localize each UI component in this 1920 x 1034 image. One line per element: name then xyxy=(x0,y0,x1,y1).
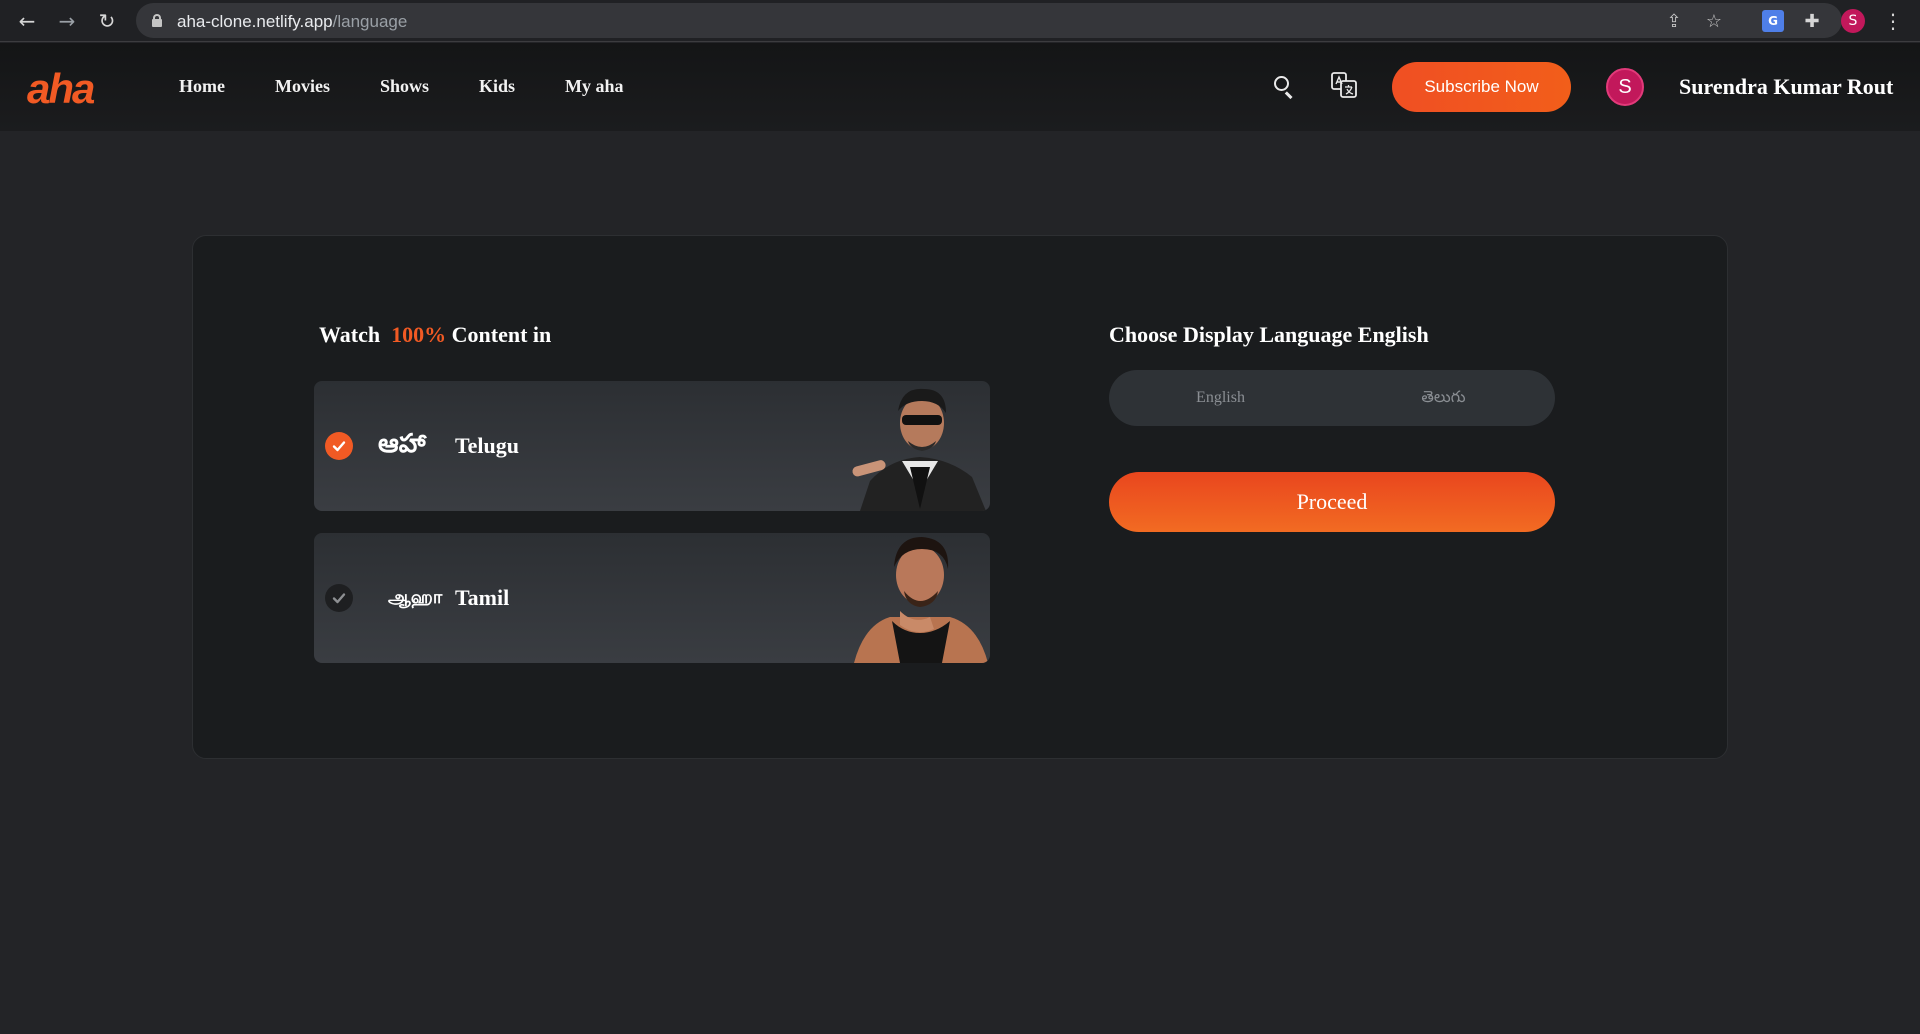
checkmark-icon xyxy=(325,584,353,612)
back-arrow-icon[interactable]: ← xyxy=(14,8,40,34)
title-accent: 100% xyxy=(391,322,447,347)
toggle-option-telugu[interactable]: తెలుగు xyxy=(1332,370,1555,426)
tamil-script-logo: ஆஹா xyxy=(388,587,443,608)
address-bar[interactable]: aha-clone.netlify.app/language ⇪ ☆ xyxy=(136,3,1842,38)
search-icon[interactable] xyxy=(1274,76,1294,99)
nav-shows[interactable]: Shows xyxy=(380,76,429,97)
display-language-title: Choose Display Language English xyxy=(1109,322,1429,347)
language-option-tamil[interactable]: ஆஹா Tamil xyxy=(314,533,990,663)
site-header: aha Home Movies Shows Kids My aha Subscr… xyxy=(0,43,1920,131)
language-label: Tamil xyxy=(455,585,510,610)
language-option-telugu[interactable]: ఆహా Telugu xyxy=(314,381,990,511)
checkmark-icon xyxy=(325,432,353,460)
url-path: /language xyxy=(332,12,408,31)
content-language-title: Watch 100% Content in xyxy=(319,322,551,348)
telugu-script-logo: ఆహా xyxy=(378,429,426,459)
nav-my-aha[interactable]: My aha xyxy=(565,76,624,97)
kebab-menu-icon[interactable]: ⋮ xyxy=(1880,8,1906,34)
language-card: Watch 100% Content in ఆహా Telugu ஆஹா Tam… xyxy=(192,235,1728,759)
forward-arrow-icon[interactable]: → xyxy=(54,8,80,34)
aha-logo[interactable]: aha xyxy=(27,65,95,113)
nav-movies[interactable]: Movies xyxy=(275,76,330,97)
translate-extension-icon[interactable]: G xyxy=(1762,10,1784,32)
language-label: Telugu xyxy=(455,433,520,458)
nav-home[interactable]: Home xyxy=(179,76,225,97)
url-text: aha-clone.netlify.app/language xyxy=(177,12,407,32)
toggle-option-english[interactable]: English xyxy=(1109,370,1332,426)
url-host: aha-clone.netlify.app xyxy=(177,12,333,31)
proceed-button[interactable]: Proceed xyxy=(1109,472,1555,532)
star-icon[interactable]: ☆ xyxy=(1702,9,1726,33)
browser-toolbar: ← → ↻ aha-clone.netlify.app/language ⇪ ☆… xyxy=(0,0,1920,42)
user-name[interactable]: Surendra Kumar Rout xyxy=(1679,74,1893,100)
extensions-puzzle-icon[interactable]: ✚ xyxy=(1799,8,1825,34)
user-avatar[interactable]: S xyxy=(1606,68,1644,106)
reload-icon[interactable]: ↻ xyxy=(94,8,120,34)
actor-portrait-image xyxy=(852,388,986,511)
subscribe-now-button[interactable]: Subscribe Now xyxy=(1392,62,1571,112)
share-icon[interactable]: ⇪ xyxy=(1662,9,1686,33)
main-nav: Home Movies Shows Kids My aha xyxy=(179,76,674,97)
title-prefix: Watch xyxy=(319,322,381,347)
display-language-toggle: English తెలుగు xyxy=(1109,370,1555,426)
title-suffix: Content in xyxy=(451,322,552,347)
browser-profile-avatar[interactable]: S xyxy=(1841,9,1865,33)
language-switch-icon[interactable] xyxy=(1330,71,1358,99)
lock-icon xyxy=(152,14,162,27)
nav-kids[interactable]: Kids xyxy=(479,76,515,97)
actor-portrait-image xyxy=(854,537,988,663)
